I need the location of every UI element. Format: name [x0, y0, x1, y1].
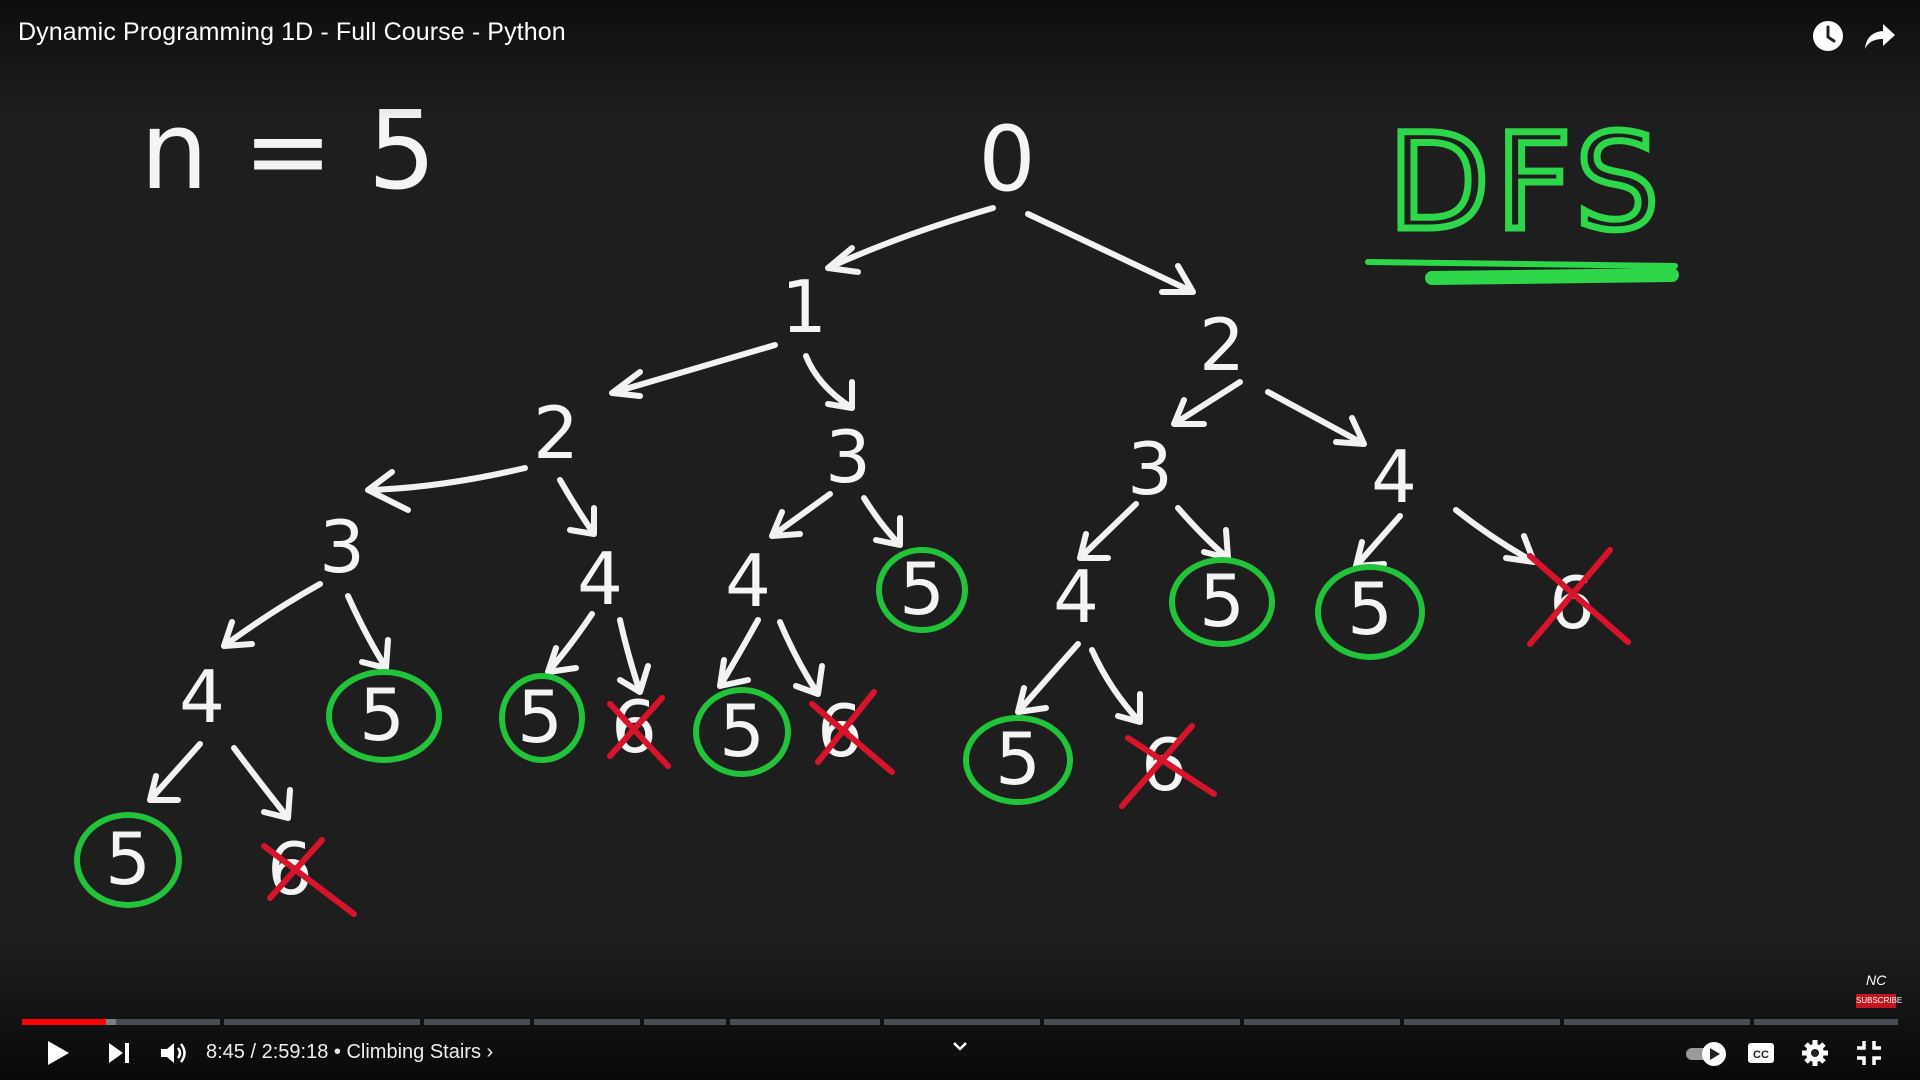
node-5-a: 5: [899, 547, 945, 631]
volume-icon: [161, 1043, 186, 1063]
node-1: 1: [781, 265, 827, 349]
watermark-subscribe: SUBSCRIBE: [1856, 994, 1902, 1008]
node-2-right: 2: [1199, 303, 1245, 387]
node-4-c: 4: [1053, 555, 1099, 639]
captions-button[interactable]: CC: [1746, 1040, 1776, 1071]
edge-3a-4d: [221, 581, 323, 649]
chapter-segment: [1754, 1019, 1898, 1025]
edge-4c-6: [1453, 507, 1537, 565]
time-display: 8:45 / 2:59:18 • Climbing Stairs ›: [206, 1041, 493, 1064]
node-root: 0: [978, 107, 1035, 212]
node-5-d: 5: [359, 673, 405, 757]
chevron-down-icon: [953, 1042, 967, 1051]
progress-bar[interactable]: [22, 1019, 1898, 1025]
next-icon: [109, 1043, 129, 1063]
chapter-segment: [1564, 1019, 1750, 1025]
progress-played: [22, 1019, 107, 1025]
next-button[interactable]: [104, 1038, 134, 1073]
edge-4d-6: [231, 745, 293, 821]
clock-icon: [1813, 21, 1843, 51]
dfs-underline-thick: [1425, 268, 1679, 285]
n-equals-label: n = 5: [140, 89, 436, 214]
svg-text:CC: CC: [1753, 1049, 1769, 1061]
volume-button[interactable]: [158, 1038, 188, 1073]
node-5-c: 5: [1347, 567, 1393, 651]
video-player[interactable]: n = 5 DFS 0 1 2 2 3 3 4 3 4 4 5 4 5 5 6 …: [0, 0, 1920, 1080]
node-4-b: 4: [725, 539, 771, 623]
node-4-right: 4: [1371, 435, 1417, 519]
chapter-segment: [424, 1019, 530, 1025]
edge-4b-6: [777, 619, 825, 697]
node-5-g: 5: [995, 717, 1041, 801]
edge-1-2: [609, 342, 778, 399]
exit-fullscreen-button[interactable]: [1854, 1038, 1884, 1073]
chapter-title[interactable]: Climbing Stairs: [346, 1041, 480, 1063]
node-5-f: 5: [719, 689, 765, 773]
edge-4a-5: [545, 611, 595, 675]
node-4-d: 4: [179, 655, 225, 739]
edge-3b-5: [861, 495, 903, 548]
node-3-mid: 3: [825, 415, 871, 499]
chapter-segment: [644, 1019, 726, 1025]
player-controls: 8:45 / 2:59:18 • Climbing Stairs › CC: [0, 1028, 1920, 1080]
edge-4a-6: [617, 617, 651, 695]
time-separator: /: [244, 1041, 262, 1063]
node-4-a: 4: [577, 537, 623, 621]
edge-2r-4c: [1265, 389, 1367, 447]
chapter-bullet: •: [328, 1041, 347, 1063]
chapter-segment: [1244, 1019, 1400, 1025]
edge-1-3: [803, 353, 855, 411]
play-icon: [48, 1041, 69, 1065]
settings-button[interactable]: [1800, 1038, 1830, 1073]
edge-4d-5: [147, 741, 203, 803]
watermark-logo: NC: [1866, 972, 1887, 988]
edge-3a-5: [345, 593, 391, 671]
chapters-toggle[interactable]: [948, 1038, 972, 1061]
chapter-segment: [534, 1019, 640, 1025]
edge-4e-6: [1089, 647, 1143, 725]
tree-nodes: 0 1 2 2 3 3 4 3 4 4 5 4 5 5 6 4 5 5 6 5 …: [105, 107, 1595, 911]
edge-4b-5: [717, 617, 761, 689]
edge-0-2: [1025, 211, 1196, 295]
edge-0-1: [825, 205, 996, 275]
autoplay-toggle-icon: [1686, 1042, 1726, 1066]
node-3-right: 3: [1127, 427, 1173, 511]
edge-3b-4b: [769, 491, 833, 539]
chapter-segment: [884, 1019, 1040, 1025]
edge-2-3a: [365, 465, 528, 513]
edge-2-4a: [557, 477, 597, 537]
edge-3c-4e: [1077, 501, 1139, 561]
gear-icon: [1802, 1040, 1828, 1066]
edge-4c-5: [1353, 513, 1403, 569]
node-5-e: 5: [517, 675, 563, 759]
chalkboard-drawing: n = 5 DFS 0 1 2 2 3 3 4 3 4 4 5 4 5 5 6 …: [74, 89, 1679, 917]
video-title[interactable]: Dynamic Programming 1D - Full Course - P…: [18, 18, 566, 47]
watch-later-button[interactable]: [1810, 18, 1846, 54]
edge-4e-5: [1015, 641, 1081, 715]
cc-icon: CC: [1748, 1043, 1774, 1063]
node-2-left: 2: [533, 391, 579, 475]
node-5-b: 5: [1199, 559, 1245, 643]
edge-3c-5: [1175, 505, 1231, 561]
play-button[interactable]: [42, 1038, 72, 1073]
chapter-segment: [1044, 1019, 1240, 1025]
autoplay-toggle[interactable]: [1684, 1040, 1730, 1073]
exit-fullscreen-icon: [1857, 1041, 1881, 1065]
node-3-left: 3: [319, 505, 365, 589]
chapter-segment: [1404, 1019, 1560, 1025]
chapter-segment: [730, 1019, 880, 1025]
dfs-underline: [1365, 259, 1678, 269]
dfs-label: DFS: [1388, 106, 1665, 260]
time-total: 2:59:18: [261, 1041, 329, 1063]
chapter-chevron[interactable]: ›: [487, 1041, 494, 1063]
edge-2r-3c: [1171, 379, 1243, 427]
share-button[interactable]: [1862, 18, 1898, 54]
node-5-h: 5: [105, 817, 151, 901]
time-current: 8:45: [206, 1041, 245, 1063]
channel-watermark[interactable]: NC SUBSCRIBE: [1856, 972, 1902, 1008]
chapter-segment: [224, 1019, 420, 1025]
share-icon: [1865, 24, 1895, 49]
